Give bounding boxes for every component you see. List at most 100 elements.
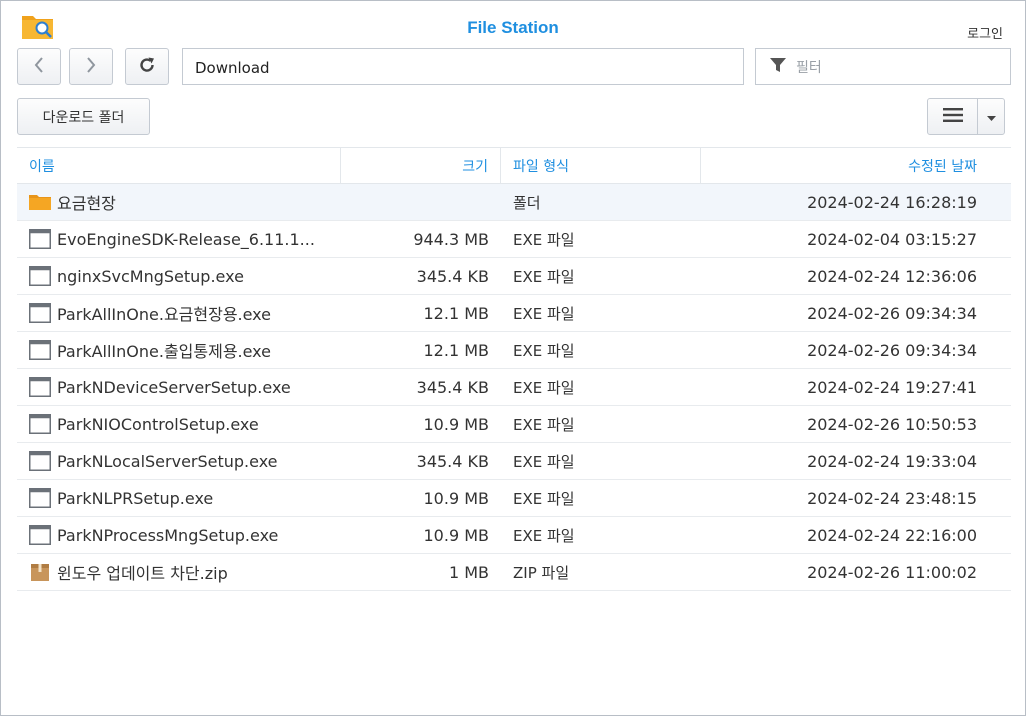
- file-name-cell: 요금현장: [17, 184, 341, 220]
- column-header-name[interactable]: 이름: [17, 148, 341, 183]
- file-size: 12.1 MB: [423, 303, 490, 323]
- table-row[interactable]: ParkNDeviceServerSetup.exe 345.4 KB EXE 파일…: [17, 369, 1011, 406]
- file-size: 345.4 KB: [416, 266, 489, 286]
- file-type: EXE 파일: [513, 378, 575, 397]
- file-size: 12.1 MB: [423, 340, 490, 360]
- file-name-cell: ParkNIOControlSetup.exe: [17, 406, 341, 442]
- exe-file-icon: [29, 228, 51, 250]
- file-name-cell: ParkAllInOne.요금현장용.exe: [17, 295, 341, 331]
- file-size: 10.9 MB: [423, 525, 490, 545]
- table-row[interactable]: ParkAllInOne.요금현장용.exe 12.1 MB EXE 파일 2024-…: [17, 295, 1011, 332]
- file-modified: 2024-02-24 22:16:00: [807, 525, 977, 545]
- column-header-modified[interactable]: 수정된 날짜: [701, 148, 1011, 183]
- file-modified: 2024-02-26 10:50:53: [807, 414, 977, 434]
- file-type: EXE 파일: [513, 489, 575, 508]
- exe-file-icon: [29, 450, 51, 472]
- file-size: 10.9 MB: [423, 488, 490, 508]
- exe-file-icon: [29, 265, 51, 287]
- exe-file-icon: [29, 487, 51, 509]
- table-row[interactable]: ParkAllInOne.출입통제용.exe 12.1 MB EXE 파일 2024-…: [17, 332, 1011, 369]
- file-type: EXE 파일: [513, 526, 575, 545]
- file-size: 944.3 MB: [413, 229, 489, 249]
- file-name: 윈도우 업데이트 차단.zip: [57, 564, 228, 583]
- file-size: 10.9 MB: [423, 414, 490, 434]
- file-type: ZIP 파일: [513, 563, 570, 582]
- zip-file-icon: [29, 561, 51, 583]
- file-modified: 2024-02-24 23:48:15: [807, 488, 977, 508]
- file-size: 345.4 KB: [416, 377, 489, 397]
- file-type: EXE 파일: [513, 304, 575, 323]
- file-name: ParkAllInOne.요금현장용.exe: [57, 305, 272, 324]
- exe-file-icon: [29, 339, 51, 361]
- file-modified: 2024-02-24 19:27:41: [807, 377, 977, 397]
- file-station-window: File Station 로그인 Download 필터 다운로드 폴더 이름 …: [0, 0, 1026, 716]
- chevron-right-icon: [85, 56, 97, 78]
- forward-button[interactable]: [69, 48, 113, 85]
- filter-icon: [768, 55, 788, 79]
- path-input[interactable]: Download: [182, 48, 744, 85]
- exe-file-icon: [29, 376, 51, 398]
- file-modified: 2024-02-24 16:28:19: [807, 192, 977, 212]
- login-link[interactable]: 로그인: [967, 23, 1003, 42]
- file-modified: 2024-02-24 12:36:06: [807, 266, 977, 286]
- view-dropdown-toggle[interactable]: [978, 99, 1004, 134]
- caret-down-icon: [986, 107, 996, 126]
- table-row[interactable]: ParkNLPRSetup.exe 10.9 MB EXE 파일 2024-02-24…: [17, 480, 1011, 517]
- file-modified: 2024-02-26 09:34:34: [807, 303, 977, 323]
- file-modified: 2024-02-24 19:33:04: [807, 451, 977, 471]
- file-name-cell: ParkNLPRSetup.exe: [17, 480, 341, 516]
- refresh-button[interactable]: [125, 48, 169, 85]
- file-name: ParkNProcessMngSetup.exe: [57, 525, 279, 545]
- file-name: ParkNLPRSetup.exe: [57, 488, 214, 508]
- file-name: ParkAllInOne.출입통제용.exe: [57, 342, 272, 361]
- file-type: EXE 파일: [513, 452, 575, 471]
- list-view-toggle[interactable]: [928, 99, 978, 134]
- file-name: ParkNDeviceServerSetup.exe: [57, 377, 291, 397]
- exe-file-icon: [29, 413, 51, 435]
- app-title: File Station: [467, 18, 559, 37]
- file-modified: 2024-02-04 03:15:27: [807, 229, 977, 249]
- refresh-icon: [138, 56, 156, 78]
- file-modified: 2024-02-26 09:34:34: [807, 340, 977, 360]
- file-name: nginxSvcMngSetup.exe: [57, 266, 244, 286]
- table-row[interactable]: ParkNProcessMngSetup.exe 10.9 MB EXE 파일 202…: [17, 517, 1011, 554]
- file-type: EXE 파일: [513, 267, 575, 286]
- view-mode-button[interactable]: [927, 98, 1005, 135]
- table-row[interactable]: 요금현장 폴더 2024-02-24 16:28:19: [17, 184, 1011, 221]
- exe-file-icon: [29, 524, 51, 546]
- file-size: [341, 184, 501, 220]
- table-row[interactable]: EvoEngineSDK-Release_6.11.1... 944.3 MB EX…: [17, 221, 1011, 258]
- file-size: 1 MB: [448, 562, 489, 582]
- table-row[interactable]: ParkNIOControlSetup.exe 10.9 MB EXE 파일 2024…: [17, 406, 1011, 443]
- table-row[interactable]: 윈도우 업데이트 차단.zip 1 MB ZIP 파일 2024-02-26 11:0…: [17, 554, 1011, 591]
- file-type: EXE 파일: [513, 341, 575, 360]
- file-name-cell: 윈도우 업데이트 차단.zip: [17, 554, 341, 590]
- table-body: 요금현장 폴더 2024-02-24 16:28:19 EvoEngineSDK-Re…: [17, 184, 1011, 591]
- back-button[interactable]: [17, 48, 61, 85]
- file-type: EXE 파일: [513, 415, 575, 434]
- chevron-left-icon: [33, 56, 45, 78]
- folder-icon: [29, 191, 51, 213]
- file-name-cell: ParkNProcessMngSetup.exe: [17, 517, 341, 553]
- file-type: 폴더: [513, 193, 541, 212]
- file-type: EXE 파일: [513, 230, 575, 249]
- file-name: 요금현장: [57, 194, 116, 213]
- table-row[interactable]: ParkNLocalServerSetup.exe 345.4 KB EXE 파일 2…: [17, 443, 1011, 480]
- table-row[interactable]: nginxSvcMngSetup.exe 345.4 KB EXE 파일 2024-0…: [17, 258, 1011, 295]
- file-table: 이름 크기 파일 형식 수정된 날짜 요금현장 폴더 2024-02-24 16:2…: [17, 147, 1011, 591]
- exe-file-icon: [29, 302, 51, 324]
- column-header-type[interactable]: 파일 형식: [501, 148, 701, 183]
- file-name-cell: nginxSvcMngSetup.exe: [17, 258, 341, 294]
- column-header-size[interactable]: 크기: [341, 148, 501, 183]
- file-name-cell: ParkNDeviceServerSetup.exe: [17, 369, 341, 405]
- file-modified: 2024-02-26 11:00:02: [807, 562, 977, 582]
- file-name-cell: ParkNLocalServerSetup.exe: [17, 443, 341, 479]
- download-folder-button[interactable]: 다운로드 폴더: [17, 98, 150, 135]
- file-name-cell: ParkAllInOne.출입통제용.exe: [17, 332, 341, 368]
- file-name-cell: EvoEngineSDK-Release_6.11.1...: [17, 221, 341, 257]
- list-icon: [942, 107, 963, 126]
- table-header: 이름 크기 파일 형식 수정된 날짜: [17, 147, 1011, 184]
- filter-input[interactable]: 필터: [755, 48, 1011, 85]
- file-name: ParkNIOControlSetup.exe: [57, 414, 259, 434]
- file-name: EvoEngineSDK-Release_6.11.1...: [57, 229, 315, 249]
